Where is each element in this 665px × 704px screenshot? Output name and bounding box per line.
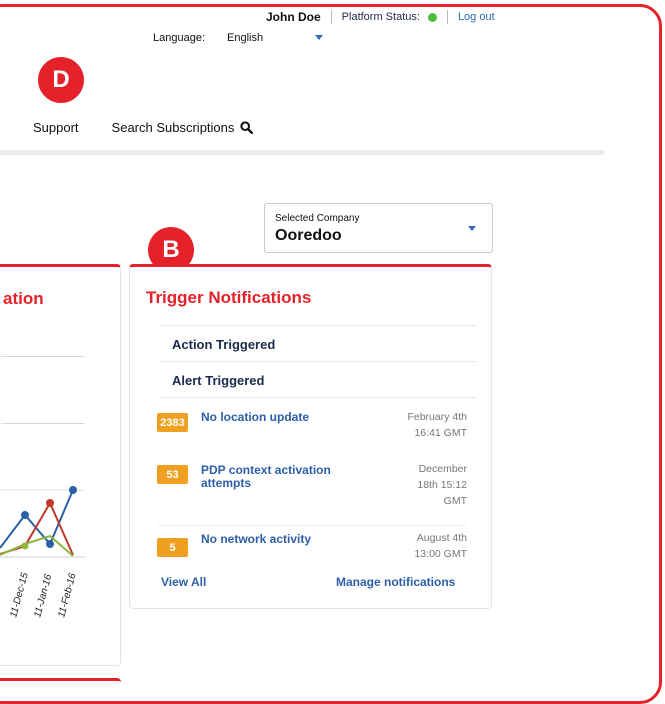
notification-item[interactable]: 53 PDP context activation attempts Decem…: [157, 461, 467, 517]
chart-point: [69, 486, 77, 494]
logout-link[interactable]: Log out: [458, 11, 495, 23]
notification-item[interactable]: 2383 No location update February 4th 16:…: [157, 407, 467, 447]
divider: [1, 356, 85, 357]
notification-count-badge: 2383: [157, 413, 188, 432]
annotation-badge-d: D: [38, 57, 84, 103]
view-all-link[interactable]: View All: [161, 575, 206, 589]
search-icon: [240, 121, 254, 134]
x-tick-label: 11-Feb-16: [56, 572, 78, 619]
chevron-down-icon[interactable]: [468, 226, 476, 231]
notification-title[interactable]: No location update: [201, 411, 351, 424]
trend-chart: 11-Dec-15 11-Jan-16 11-Feb-16: [0, 486, 85, 619]
divider: [1, 423, 85, 424]
language-selector[interactable]: Language: English: [153, 32, 323, 44]
notification-count-badge: 5: [157, 538, 188, 557]
chart-point: [21, 542, 29, 550]
notification-title[interactable]: No network activity: [201, 533, 351, 546]
notification-date-line: August 4th: [416, 532, 467, 544]
nav-divider: [0, 150, 604, 155]
trigger-notifications-panel: Trigger Notifications Action Triggered A…: [129, 264, 492, 609]
company-selector-label: Selected Company: [275, 213, 360, 224]
notification-count-badge: 53: [157, 465, 188, 484]
company-selector-value: Ooredoo: [275, 227, 342, 244]
language-label: Language:: [153, 32, 205, 44]
notification-date-line: 18th 15:12: [417, 479, 467, 491]
notification-date-line: 13:00 GMT: [414, 548, 467, 560]
chart-point: [46, 540, 54, 548]
tab-action-triggered[interactable]: Action Triggered: [160, 325, 476, 361]
notification-date: December 18th 15:12 GMT: [357, 461, 467, 509]
chart-point: [46, 499, 54, 507]
tab-alert-triggered[interactable]: Alert Triggered: [160, 361, 476, 398]
company-selector[interactable]: Selected Company Ooredoo: [264, 203, 493, 253]
main-nav: Support Search Subscriptions: [33, 120, 254, 135]
user-name: John Doe: [266, 10, 321, 24]
left-panel-title: ation: [3, 289, 44, 308]
notification-date: August 4th 13:00 GMT: [357, 530, 467, 562]
tab-label: Alert Triggered: [172, 373, 265, 388]
divider: [446, 10, 448, 24]
x-tick-label: 11-Jan-16: [32, 573, 54, 619]
x-tick-label: 11-Dec-15: [8, 571, 31, 619]
nav-search-label: Search Subscriptions: [111, 120, 235, 135]
panel-title: Trigger Notifications: [146, 288, 312, 307]
nav-search-subscriptions[interactable]: Search Subscriptions: [112, 120, 254, 135]
notification-title[interactable]: PDP context activation attempts: [201, 464, 351, 490]
notification-date-line: December: [418, 463, 467, 475]
manage-notifications-link[interactable]: Manage notifications: [336, 575, 455, 589]
tab-label: Action Triggered: [172, 337, 276, 352]
divider: [330, 10, 332, 24]
chevron-down-icon[interactable]: [315, 35, 323, 40]
notification-date-line: GMT: [443, 495, 467, 507]
user-bar: John Doe Platform Status: Log out: [266, 10, 495, 24]
notification-item[interactable]: 5 No network activity August 4th 13:00 G…: [157, 525, 467, 566]
language-value[interactable]: English: [227, 32, 263, 44]
notification-date: February 4th 16:41 GMT: [357, 409, 467, 441]
chart-point: [21, 511, 29, 519]
chart-series-green: [0, 534, 74, 557]
status-indicator-icon: [427, 12, 437, 22]
nav-support[interactable]: Support: [33, 120, 79, 135]
notification-date-line: 16:41 GMT: [414, 427, 467, 439]
platform-status-label: Platform Status:: [341, 11, 420, 23]
notification-date-line: February 4th: [407, 411, 467, 423]
